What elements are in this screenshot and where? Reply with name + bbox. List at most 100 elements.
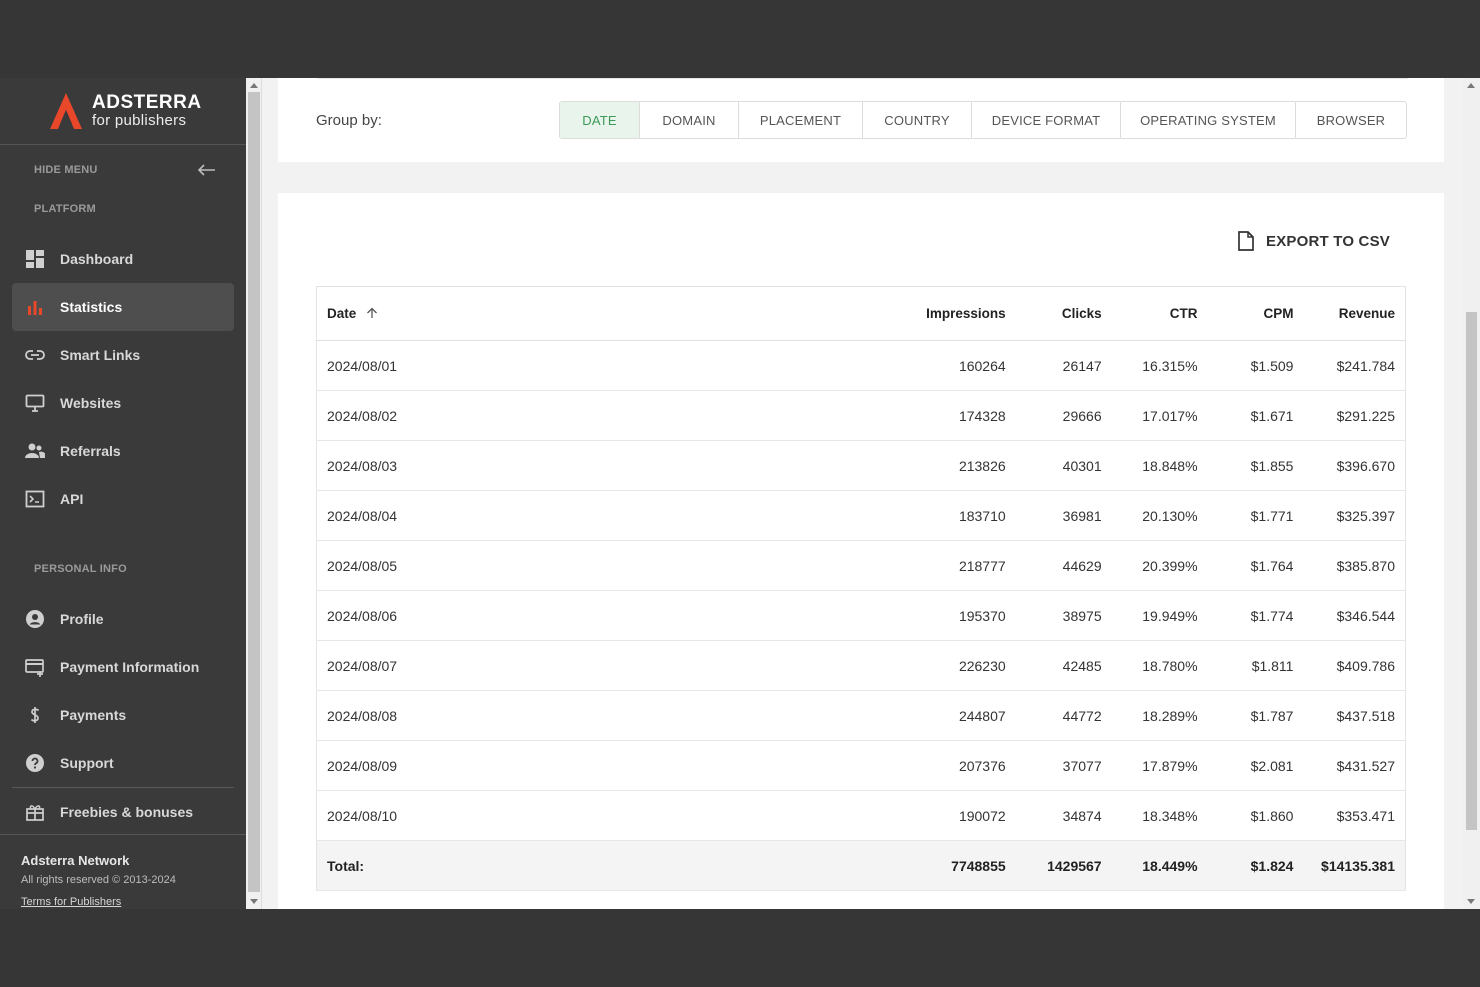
column-header-revenue[interactable]: Revenue — [1303, 286, 1406, 341]
cell-revenue: $325.397 — [1303, 490, 1406, 541]
sidebar-item-label: Payment Information — [60, 659, 200, 675]
sidebar-item-label: Support — [60, 755, 114, 771]
column-header-impressions[interactable]: Impressions — [835, 286, 1016, 341]
cell-revenue: $346.544 — [1303, 590, 1406, 641]
hide-menu-label: HIDE MENU — [34, 164, 98, 176]
sidebar-item-label: Dashboard — [60, 251, 134, 267]
cell-revenue: $353.471 — [1303, 790, 1406, 841]
table-row: 2024/08/04 183710 36981 20.130% $1.771 $325.3… — [316, 490, 1406, 541]
hide-menu-toggle[interactable]: HIDE MENU — [0, 145, 246, 195]
sidebar-item-smart-links[interactable]: Smart Links — [12, 331, 234, 379]
cell-cpm: $1.509 — [1207, 340, 1304, 391]
cell-date: 2024/08/10 — [316, 790, 836, 841]
cell-clicks: 34874 — [1015, 790, 1112, 841]
scroll-up-arrow-icon[interactable] — [250, 83, 258, 88]
column-header-ctr[interactable]: CTR — [1111, 286, 1208, 341]
cell-cpm: $1.811 — [1207, 640, 1304, 691]
cell-ctr: 18.289% — [1111, 690, 1208, 741]
cell-revenue: $396.670 — [1303, 440, 1406, 491]
sidebar-item-freebies[interactable]: Freebies & bonuses — [12, 788, 234, 836]
cell-clicks: 38975 — [1015, 590, 1112, 641]
sidebar-scrollbar-thumb[interactable] — [248, 92, 260, 892]
sidebar-item-websites[interactable]: Websites — [12, 379, 234, 427]
cell-date: 2024/08/02 — [316, 390, 836, 441]
cell-date: 2024/08/07 — [316, 640, 836, 691]
scroll-down-arrow-icon[interactable] — [1467, 899, 1475, 904]
sidebar-item-profile[interactable]: Profile — [12, 595, 234, 643]
dashboard-icon — [24, 248, 46, 270]
logo[interactable]: ADSTERRA for publishers — [0, 78, 246, 145]
sidebar-item-referrals[interactable]: Referrals — [12, 427, 234, 475]
tab-placement[interactable]: PLACEMENT — [739, 102, 863, 138]
cell-ctr: 16.315% — [1111, 340, 1208, 391]
cell-clicks: 29666 — [1015, 390, 1112, 441]
column-header-clicks[interactable]: Clicks — [1015, 286, 1112, 341]
total-clicks: 1429567 — [1015, 840, 1112, 891]
brand-tagline: for publishers — [92, 112, 187, 130]
cell-revenue: $409.786 — [1303, 640, 1406, 691]
sidebar-item-label: Payments — [60, 707, 127, 723]
cell-ctr: 18.780% — [1111, 640, 1208, 691]
scroll-down-arrow-icon[interactable] — [250, 899, 258, 904]
tab-date[interactable]: DATE — [560, 102, 640, 138]
sidebar: ADSTERRA for publishers HIDE MENU PLATFO… — [0, 78, 246, 909]
sidebar-item-label: Referrals — [60, 443, 121, 459]
account-circle-icon — [24, 608, 46, 630]
cell-ctr: 17.017% — [1111, 390, 1208, 441]
link-icon — [24, 344, 46, 366]
tab-country[interactable]: COUNTRY — [863, 102, 972, 138]
sidebar-item-label: Freebies & bonuses — [60, 804, 194, 820]
adsterra-logo-icon — [50, 93, 82, 129]
personal-info-section-label: PERSONAL INFO — [34, 563, 127, 575]
panel-divider — [318, 78, 1408, 79]
scroll-up-arrow-icon[interactable] — [1467, 83, 1475, 88]
sidebar-scrollbar[interactable] — [246, 78, 262, 909]
cell-impressions: 174328 — [835, 390, 1016, 441]
cell-impressions: 218777 — [835, 540, 1016, 591]
arrow-left-icon[interactable] — [198, 164, 216, 176]
tab-operating-system[interactable]: OPERATING SYSTEM — [1121, 102, 1296, 138]
column-header-cpm[interactable]: CPM — [1207, 286, 1304, 341]
cell-cpm: $1.855 — [1207, 440, 1304, 491]
main-scrollbar-thumb[interactable] — [1466, 312, 1477, 830]
cell-ctr: 17.879% — [1111, 740, 1208, 791]
tab-device-format[interactable]: DEVICE FORMAT — [972, 102, 1121, 138]
terms-link[interactable]: Terms for Publishers — [21, 896, 246, 908]
main-scrollbar[interactable] — [1463, 78, 1480, 909]
cell-ctr: 18.348% — [1111, 790, 1208, 841]
terminal-icon — [24, 488, 46, 510]
cell-ctr: 19.949% — [1111, 590, 1208, 641]
sidebar-item-dashboard[interactable]: Dashboard — [12, 235, 234, 283]
table-row: 2024/08/10 190072 34874 18.348% $1.860 $353.4… — [316, 790, 1406, 841]
cell-date: 2024/08/09 — [316, 740, 836, 791]
column-header-date[interactable]: Date — [316, 286, 836, 341]
total-ctr: 18.449% — [1111, 840, 1208, 891]
sidebar-item-statistics[interactable]: Statistics — [12, 283, 234, 331]
cell-cpm: $1.671 — [1207, 390, 1304, 441]
cell-impressions: 213826 — [835, 440, 1016, 491]
sort-ascending-icon[interactable] — [366, 307, 378, 319]
bar-chart-icon — [24, 296, 46, 318]
credit-card-add-icon — [24, 656, 46, 678]
footer-copyright: All rights reserved © 2013-2024 — [21, 874, 176, 886]
table-row: 2024/08/03 213826 40301 18.848% $1.855 $396.6… — [316, 440, 1406, 491]
tab-domain[interactable]: DOMAIN — [640, 102, 739, 138]
cell-clicks: 44629 — [1015, 540, 1112, 591]
sidebar-item-payment-information[interactable]: Payment Information — [12, 643, 234, 691]
cell-impressions: 226230 — [835, 640, 1016, 691]
table-row: 2024/08/06 195370 38975 19.949% $1.774 $346.5… — [316, 590, 1406, 641]
help-circle-icon — [24, 752, 46, 774]
brand-name: ADSTERRA — [92, 92, 202, 114]
cell-cpm: $1.764 — [1207, 540, 1304, 591]
cell-cpm: $1.771 — [1207, 490, 1304, 541]
total-cpm: $1.824 — [1207, 840, 1304, 891]
cell-revenue: $385.870 — [1303, 540, 1406, 591]
sidebar-item-support[interactable]: Support — [12, 739, 234, 787]
tab-browser[interactable]: BROWSER — [1296, 102, 1406, 138]
sidebar-item-payments[interactable]: Payments — [12, 691, 234, 739]
export-csv-button[interactable]: EXPORT TO CSV — [1237, 231, 1390, 251]
sidebar-item-api[interactable]: API — [12, 475, 234, 523]
monitor-icon — [24, 392, 46, 414]
cell-revenue: $291.225 — [1303, 390, 1406, 441]
table-row: 2024/08/09 207376 37077 17.879% $2.081 $431.5… — [316, 740, 1406, 791]
